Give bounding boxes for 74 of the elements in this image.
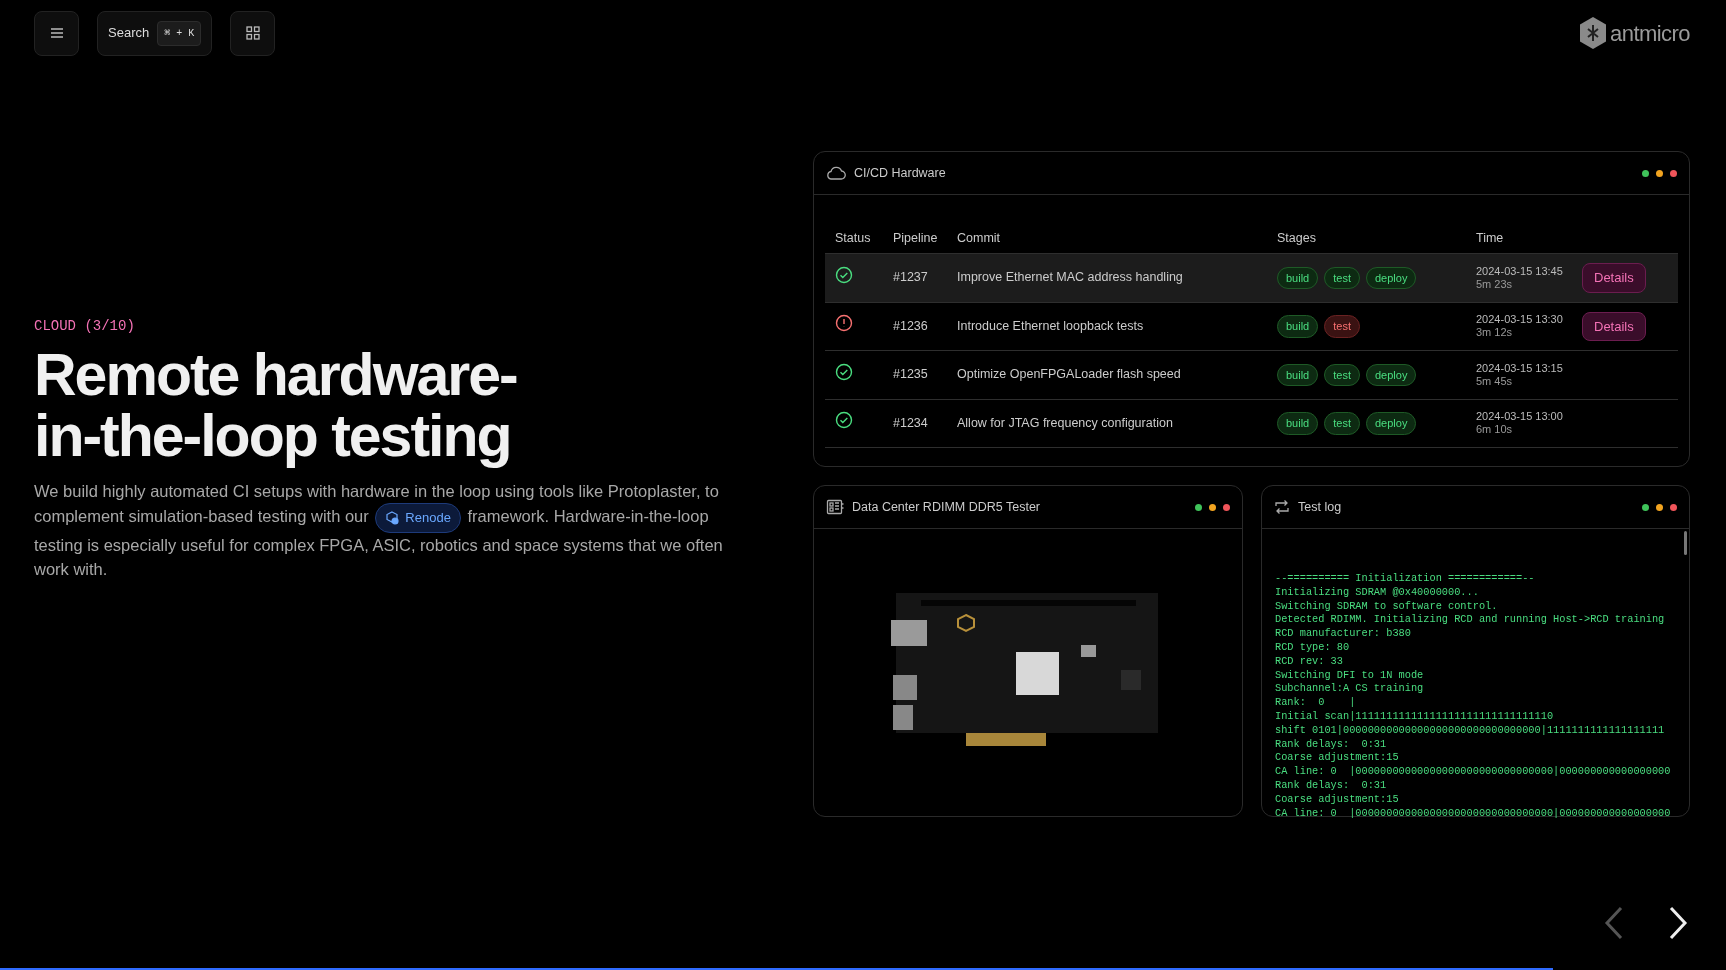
pipeline-number: #1236 [893,318,928,333]
pipeline-date: 2024-03-15 13:15 [1476,361,1564,375]
pipeline-number: #1235 [893,367,928,382]
log-line: RCD rev: 33 [1275,654,1344,669]
scrollbar-thumb[interactable] [1684,531,1687,555]
log-line: Initial scan|11111111111111111111111111111110 [1275,709,1555,724]
search-label: Search [108,24,150,43]
shortcut-key: ⌘ + K [157,20,202,46]
log-line: RCD type: 80 [1275,641,1351,655]
commit-message: Allow for JTAG frequency configuration [957,415,1173,430]
stage-tag: build [1277,266,1319,289]
log-line: CA line: 0 |00000000000000000000000000000000|000000000000000000 [1275,765,1672,779]
stage-tag: build [1277,315,1319,338]
pipeline-row[interactable]: #1237 Improve Ethernet MAC address handling build test deploy 2024-03-15 13:45 5m 23s Details [825,253,1678,302]
column-header: Commit [957,230,1001,245]
chip-icon [826,499,844,515]
log-line: Initializing SDRAM @0x40000000... [1275,585,1480,600]
pipeline-number: #1237 [893,270,928,285]
column-header: Time [1476,230,1504,245]
cloud-icon [826,166,846,180]
column-header: Pipeline [893,230,938,245]
stage-tag: deploy [1366,266,1417,289]
stage-tag: deploy [1366,363,1417,386]
menu-icon [49,27,64,39]
commit-message: Optimize OpenFPGALoader flash speed [957,367,1181,382]
intro-paragraph: We build highly automated CI setups with hardware in the loop using tools like Protoplaster, to complement simulation-based testing with our Renode framework. Hardware-in-the-loop testing is especially useful for complex FPGA, ASIC, robotics and space systems that we often work with. [34,480,724,580]
logo-text: antmicro [1610,19,1690,48]
pipeline-duration: 5m 45s [1476,374,1514,388]
log-line: Subchannel:A CS training [1275,682,1425,697]
search-button[interactable]: Search ⌘ + K [97,10,213,56]
stage-tag: test [1324,363,1360,386]
cube-icon [385,510,400,525]
column-header: Stages [1277,230,1316,245]
pipeline-duration: 6m 10s [1476,423,1514,437]
log-line: Coarse adjustment:15 [1275,792,1400,807]
pipeline-date: 2024-03-15 13:00 [1476,410,1564,424]
panel-title: CI/CD Hardware [854,164,946,182]
log-line: RCD manufacturer: b380 [1275,627,1412,641]
log-line: Switching DFI to 1N mode [1275,668,1425,683]
log-line: Rank delays: 0:31 [1275,737,1388,752]
pipeline-number: #1234 [893,415,928,430]
log-line: Rank: 0 | [1275,696,1357,710]
commit-message: Improve Ethernet MAC address handling [957,270,1183,285]
stage-tag: build [1277,412,1319,435]
log-line: Coarse adjustment:15 [1275,751,1400,766]
section-label: CLOUD (3/10) [34,316,136,336]
panel-title: Data Center RDIMM DDR5 Tester [852,498,1040,516]
hexagon-logo-icon [1578,16,1609,50]
stage-tag: build [1277,363,1319,386]
details-button[interactable]: Details [1582,311,1646,341]
pipeline-duration: 5m 23s [1476,277,1514,291]
log-line: Switching SDRAM to software control. [1275,599,1499,614]
grid-button[interactable] [230,10,276,56]
details-button[interactable]: Details [1582,263,1646,293]
hero-heading: Remote hardware- in-the-loop testing [34,344,518,467]
column-header: Status [835,230,871,245]
log-line: --========== Initialization ============-- [1275,572,1536,586]
stage-tag: test [1324,315,1360,338]
pipeline-duration: 3m 12s [1476,326,1514,340]
commit-message: Introduce Ethernet loopback tests [957,318,1144,333]
repeat-icon [1274,499,1290,515]
log-line: Detected RDIMM. Initializing RCD and running Host->RCD training [1275,613,1666,628]
log-line: Rank delays: 0:31 [1275,778,1388,793]
pipeline-date: 2024-03-15 13:30 [1476,313,1564,327]
pipeline-date: 2024-03-15 13:45 [1476,264,1564,278]
grid-icon [245,26,260,40]
renode-link[interactable]: Renode [375,502,461,533]
stage-tag: deploy [1366,412,1417,435]
panel-title: Test log [1298,498,1342,516]
log-line: shift 0101|00000000000000000000000000000000|1111111111111111111 [1275,723,1666,738]
stage-tag: test [1324,412,1360,435]
menu-button[interactable] [34,10,79,56]
stage-tag: test [1324,266,1360,289]
log-line: CA line: 0 |00000000000000000000000000000000|000000000000000000 [1275,806,1672,821]
